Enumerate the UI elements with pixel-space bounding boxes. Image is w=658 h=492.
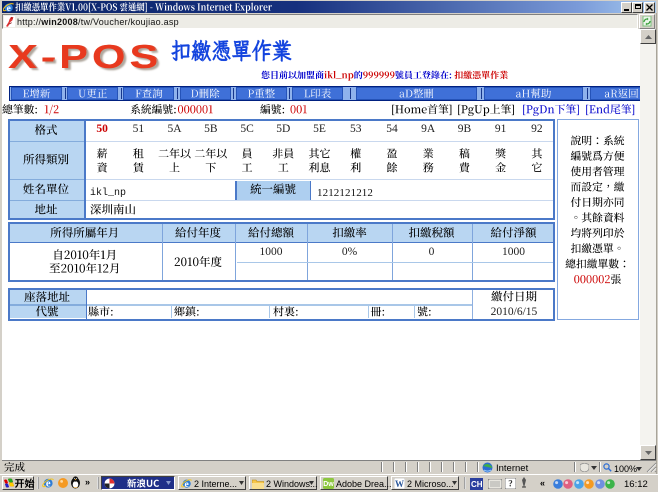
svg-text:W: W bbox=[395, 479, 404, 489]
svg-text:?: ? bbox=[508, 479, 513, 489]
svg-text:Dw: Dw bbox=[323, 481, 334, 488]
